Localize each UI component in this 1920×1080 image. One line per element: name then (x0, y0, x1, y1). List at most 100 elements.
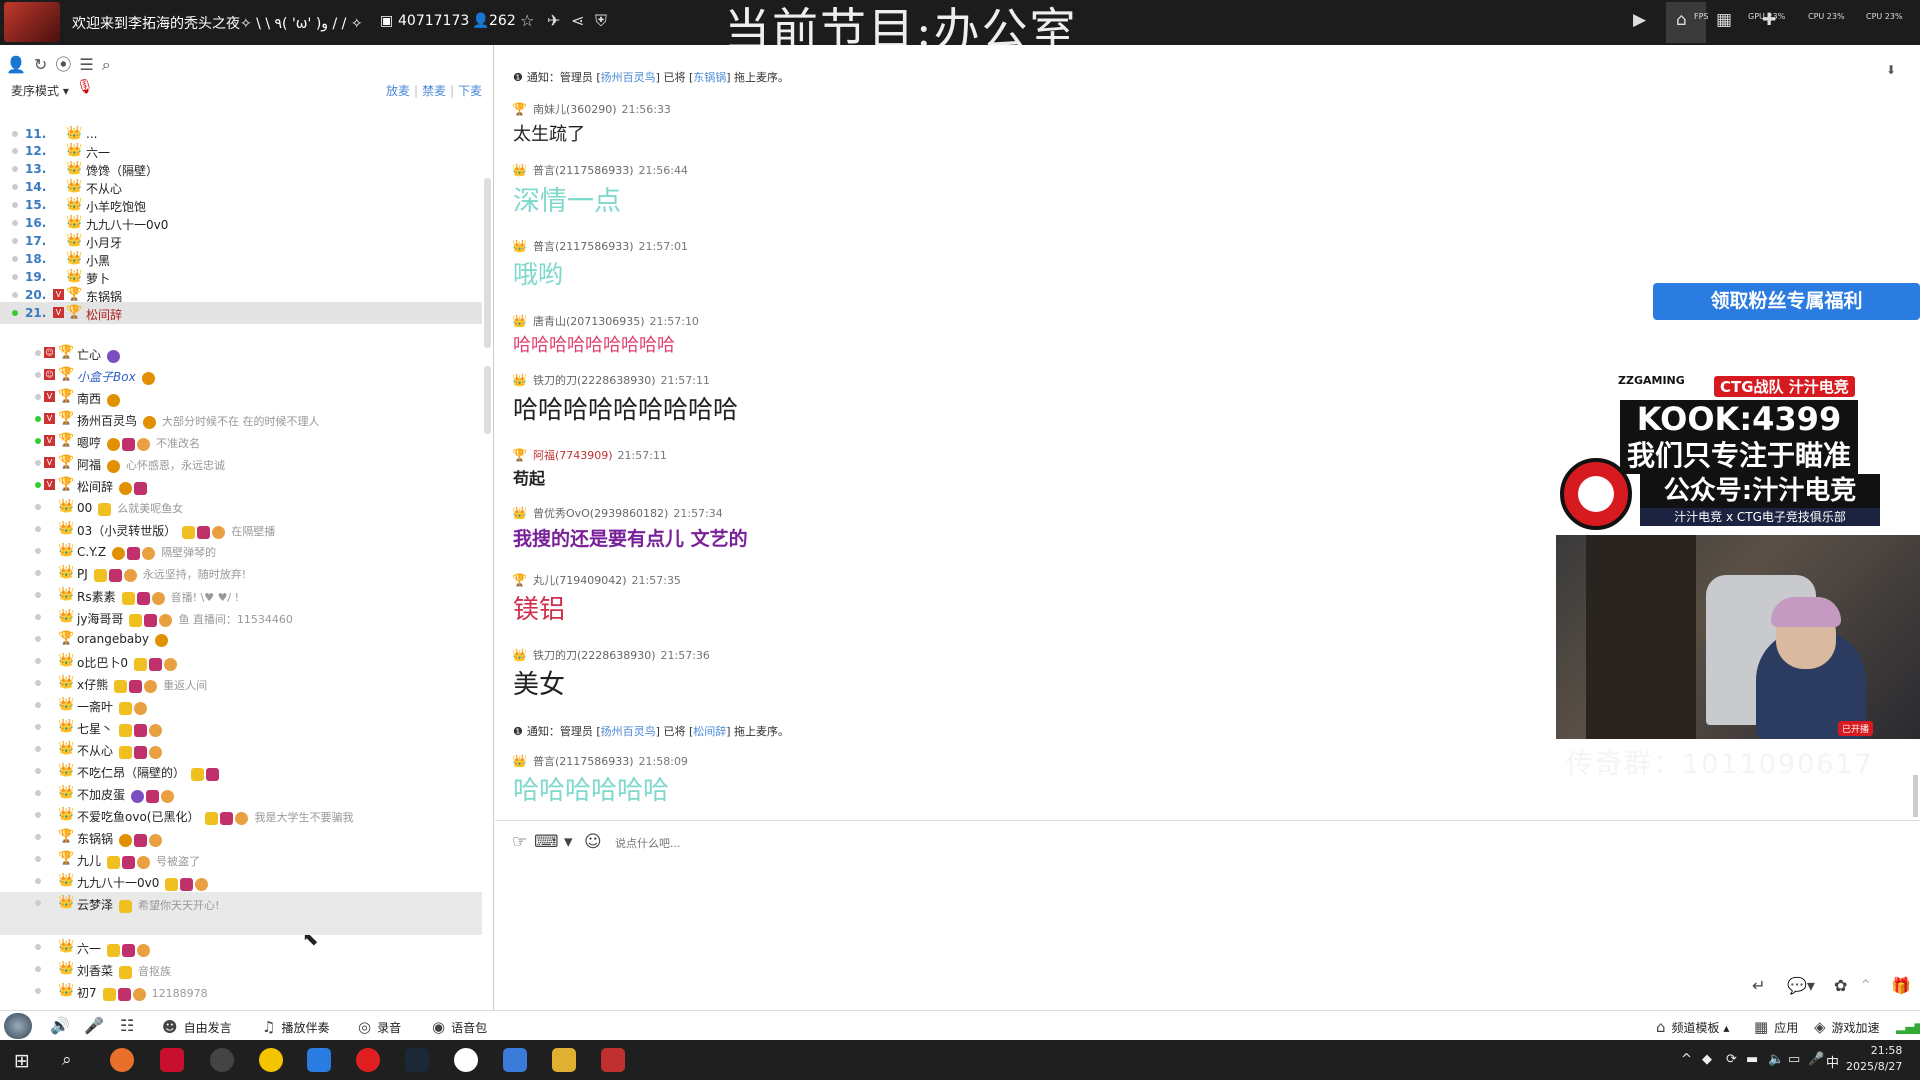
plane-icon[interactable]: ✈ (547, 11, 560, 30)
message-sender[interactable]: 曾优秀OvO(2939860182) (533, 507, 668, 520)
gplus-icon[interactable] (503, 1048, 527, 1072)
network-icon[interactable]: ▭ (1788, 1052, 1800, 1067)
steam-icon[interactable] (405, 1048, 429, 1072)
chat-bubble-icon[interactable]: 💬▾ (1787, 976, 1815, 995)
leave-mic-link[interactable]: 下麦 (458, 84, 482, 98)
mixer-icon[interactable]: ☷ (120, 1016, 134, 1035)
favorite-icon[interactable]: ☆ (520, 11, 534, 30)
play-accompany-button[interactable]: ♫ 播放伴奏 (262, 1018, 329, 1036)
member-row[interactable]: V 🏆 嗯哼 不准改名 (0, 430, 482, 452)
window-icon[interactable]: ▦ (1716, 10, 1732, 30)
ban-mic-link[interactable]: 禁麦 (422, 84, 446, 98)
shield-icon[interactable]: ⛨ (595, 11, 607, 31)
member-row[interactable]: 👑 C.Y.Z 隔壁弹琴的 (0, 540, 482, 562)
share-icon[interactable]: ⋖ (571, 11, 584, 30)
queue-row[interactable]: 21. V 🏆 松间辞 (0, 302, 482, 324)
yellow-ring-app-icon[interactable] (259, 1048, 283, 1072)
tray-expand-icon[interactable]: ^ (1681, 1052, 1692, 1067)
queue-mode-select[interactable]: 麦序模式 ▾ (11, 82, 69, 99)
channel-template-button[interactable]: ⌂ 频道模板 ▴ (1656, 1018, 1729, 1036)
notice-target[interactable]: 东锅锅 (693, 71, 726, 84)
notice-target[interactable]: 松间辞 (693, 725, 726, 738)
g-app-icon[interactable] (601, 1048, 625, 1072)
chat-scrollbar[interactable] (1913, 775, 1918, 817)
refresh-icon[interactable]: ↻ (34, 55, 47, 74)
enter-icon[interactable]: ↵ (1752, 976, 1765, 995)
free-speak-button[interactable]: ☻ 自由发言 (162, 1018, 232, 1036)
release-mic-link[interactable]: 放麦 (386, 84, 410, 98)
member-row[interactable]: 👑 初7 12188978 (0, 980, 482, 1002)
blue-app-icon[interactable] (307, 1048, 331, 1072)
member-row[interactable]: 🏆 东锅锅 (0, 826, 482, 848)
user-avatar[interactable] (4, 1013, 32, 1039)
wps-icon[interactable] (160, 1048, 184, 1072)
flower-icon[interactable]: ✿ (1834, 976, 1847, 995)
microphone-icon[interactable]: 🎤 (84, 1016, 104, 1035)
location-icon[interactable]: ⦿ (55, 55, 71, 74)
clock-app-icon[interactable] (210, 1048, 234, 1072)
mic-icon[interactable]: 🎙 (76, 79, 94, 95)
member-row[interactable]: 👑 jy海哥哥 鱼 直播间：11534460 (0, 606, 482, 628)
member-row[interactable]: 👑 不爱吃鱼ovo(已黑化） 我是大学生不要骗我 (0, 804, 482, 826)
taskbar-search-icon[interactable]: ⌕ (62, 1050, 72, 1070)
message-sender[interactable]: 铁刀的刀(2228638930) (533, 649, 656, 662)
member-row[interactable]: 👑 o比巴卜0 (0, 650, 482, 672)
tray-mic-icon[interactable]: 🎤 (1808, 1052, 1824, 1067)
member-row[interactable]: V 🏆 松间辞 (0, 474, 482, 496)
member-row[interactable]: 👑 00 么就美呢鱼女 (0, 496, 482, 518)
keyboard-flag-icon[interactable]: ▬ (1746, 1052, 1758, 1067)
scroll-down-icon[interactable]: ⬇ (1886, 63, 1896, 77)
apps-button[interactable]: ▦ 应用 (1754, 1018, 1798, 1036)
member-row[interactable]: 🏆 orangebaby (0, 628, 482, 650)
member-row[interactable]: V 🏆 南西 (0, 386, 482, 408)
ime-indicator[interactable]: 中 (1826, 1052, 1839, 1071)
member-row[interactable]: V 🏆 阿福 心怀感恩，永远忠诚 (0, 452, 482, 474)
windows-start-icon[interactable]: ⊞ (14, 1050, 30, 1072)
game-boost-button[interactable]: ◈ 游戏加速 (1814, 1018, 1880, 1036)
speaker-icon[interactable]: 🔊 (50, 1016, 70, 1035)
volume-icon[interactable]: 🔈 (1768, 1052, 1784, 1067)
qq-icon[interactable] (454, 1048, 478, 1072)
message-sender[interactable]: 阿福(7743909) (533, 449, 613, 462)
list-icon[interactable]: ☰ (79, 55, 93, 74)
member-row[interactable]: 👑 x仔熊 重返人间 (0, 672, 482, 694)
member-row[interactable]: V 🏆 扬州百灵鸟 大部分时候不在 在的时候不理人 (0, 408, 482, 430)
firefox-icon[interactable] (110, 1048, 134, 1072)
voice-pack-button[interactable]: ◉ 语音包 (432, 1018, 487, 1036)
member-row[interactable]: ☺ 🏆 亡心 (0, 342, 482, 364)
notice-admin[interactable]: 扬州百灵鸟 (601, 725, 656, 738)
home-icon[interactable]: ⌂ (1676, 10, 1687, 30)
member-row[interactable]: 👑 九九八十一0v0 (0, 870, 482, 892)
member-row[interactable]: 👑 不从心 (0, 738, 482, 760)
channel-avatar[interactable] (4, 2, 60, 42)
member-row[interactable]: 👑 不吃仁昂（隔壁的） (0, 760, 482, 782)
tray-app-icon[interactable]: ◆ (1702, 1052, 1712, 1067)
queue-scrollbar[interactable] (484, 178, 491, 348)
message-sender[interactable]: 丸儿(719409042) (533, 574, 627, 587)
gift-icon[interactable]: 🎁 (1891, 976, 1911, 995)
emoji-icon[interactable]: ☺ (584, 832, 602, 852)
gamepad-icon[interactable]: ⌨ ▾ (534, 832, 572, 852)
member-scrollbar[interactable] (484, 366, 491, 434)
member-row[interactable]: ☺ 🏆 小盒子Box (0, 364, 482, 386)
member-row[interactable]: 🏆 九儿 号被盗了 (0, 848, 482, 870)
fans-benefit-button[interactable]: 领取粉丝专属福利 (1653, 283, 1920, 320)
gift-hand-icon[interactable]: ☞ (512, 832, 527, 852)
message-sender[interactable]: 南妹儿(360290) (533, 103, 617, 116)
video-icon[interactable]: ▶ (1633, 10, 1646, 30)
up-icon[interactable]: ⌃ (1859, 976, 1872, 995)
member-row[interactable]: 👑 Rs素素 音播! \♥ ♥/ ! (0, 584, 482, 606)
yy-voice-icon[interactable] (552, 1048, 576, 1072)
message-sender[interactable]: 普言(2117586933) (533, 240, 634, 253)
notice-admin[interactable]: 扬州百灵鸟 (601, 71, 656, 84)
member-row[interactable]: 👑 七星丶 (0, 716, 482, 738)
member-row[interactable]: 👑 不加皮蛋 (0, 782, 482, 804)
message-sender[interactable]: 普言(2117586933) (533, 164, 634, 177)
record-button[interactable]: ◎ 录音 (358, 1018, 401, 1036)
netease-music-icon[interactable] (356, 1048, 380, 1072)
user-icon[interactable]: 👤 (6, 55, 26, 74)
message-sender[interactable]: 唐青山(2071306935) (533, 315, 645, 328)
member-row[interactable]: 👑 刘香菜 音抠族 (0, 958, 482, 980)
member-row[interactable]: 👑 云梦泽 希望你天天开心! (0, 892, 482, 935)
member-row[interactable]: 👑 PJ 永远坚持，随时放弃! (0, 562, 482, 584)
